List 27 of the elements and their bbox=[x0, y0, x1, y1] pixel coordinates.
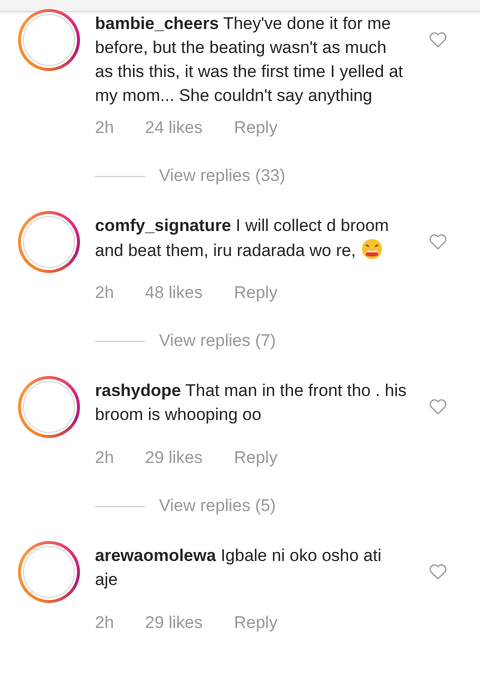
comment-time: 2h bbox=[95, 448, 115, 468]
heart-icon[interactable] bbox=[428, 397, 448, 415]
username-link[interactable]: comfy_signature bbox=[95, 216, 232, 235]
view-replies-button[interactable]: View replies (7) bbox=[159, 331, 276, 351]
heart-icon[interactable] bbox=[428, 30, 448, 48]
comment-time: 2h bbox=[95, 613, 115, 633]
view-replies-button[interactable]: View replies (5) bbox=[159, 496, 276, 516]
reply-button[interactable]: Reply bbox=[234, 283, 278, 303]
heart-icon[interactable] bbox=[428, 232, 448, 250]
reply-button[interactable]: Reply bbox=[234, 118, 278, 138]
likes-link[interactable]: 29 likes bbox=[145, 448, 234, 468]
comment-text: comfy_signature I will collect d broom and beat them, iru radarada wo re, bbox=[95, 215, 390, 262]
comment-text: rashydope That man in the front tho . his broom is whooping oo bbox=[95, 380, 407, 426]
likes-link[interactable]: 24 likes bbox=[145, 118, 234, 138]
username-link[interactable]: bambie_cheers bbox=[95, 14, 219, 33]
comment-text: arewaomolewa Igbale ni oko osho ati aje bbox=[95, 545, 382, 591]
reply-button[interactable]: Reply bbox=[234, 448, 278, 468]
comment-time: 2h bbox=[95, 283, 115, 303]
likes-link[interactable]: 48 likes bbox=[145, 283, 234, 303]
comment-time: 2h bbox=[95, 118, 115, 138]
username-link[interactable]: rashydope bbox=[95, 381, 181, 400]
username-link[interactable]: arewaomolewa bbox=[95, 546, 216, 565]
heart-icon[interactable] bbox=[428, 562, 448, 580]
reply-button[interactable]: Reply bbox=[234, 613, 278, 633]
likes-link[interactable]: 29 likes bbox=[145, 613, 234, 633]
comment-text: bambie_cheers They've done it for me before, but the beating wasn't as much as this this, it was the first time I yelled at my mom... She couldn't say anything bbox=[95, 13, 404, 107]
view-replies-button[interactable]: View replies (33) bbox=[159, 166, 286, 186]
